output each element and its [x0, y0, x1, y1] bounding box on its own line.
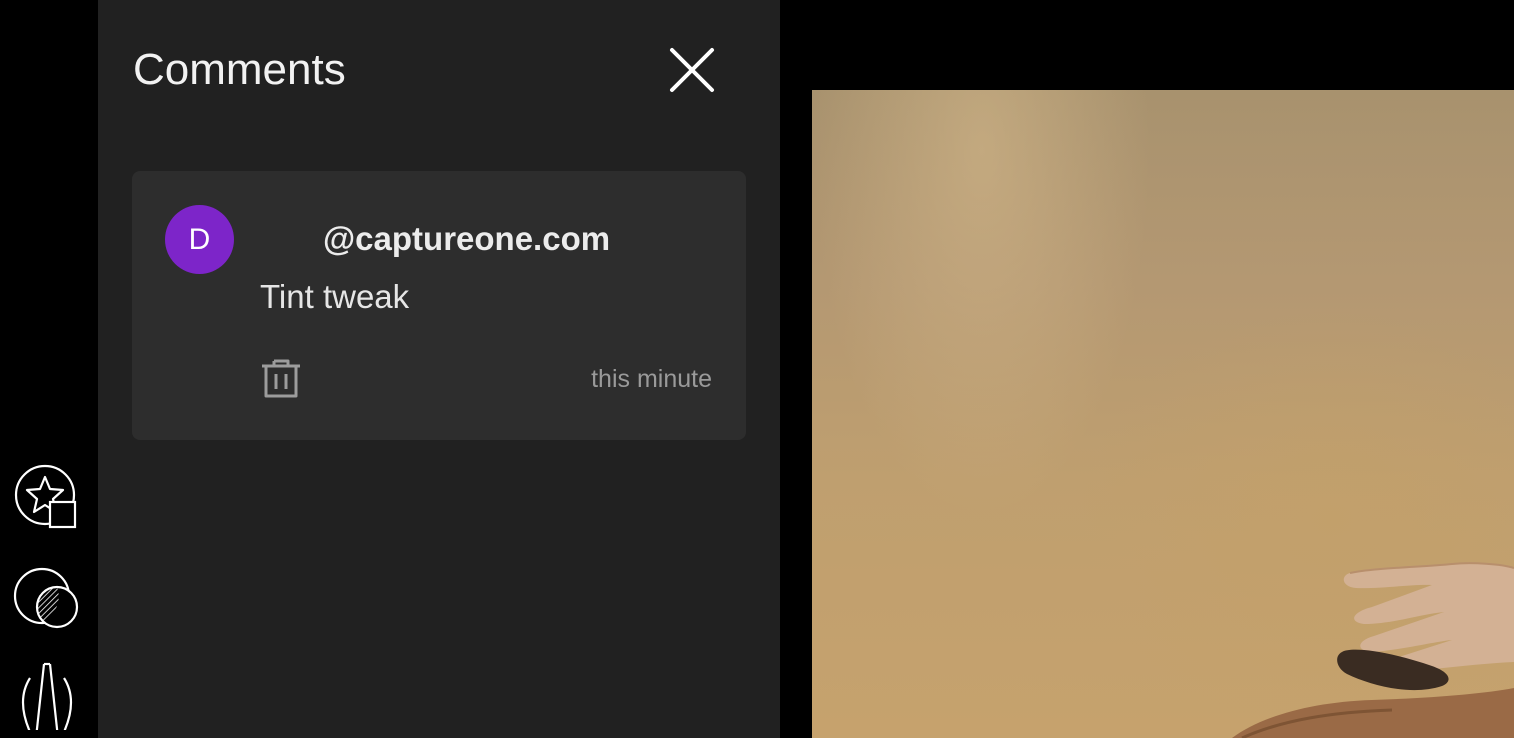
comment-timestamp: this minute: [591, 365, 712, 393]
image-canvas[interactable]: [780, 0, 1514, 738]
app-window: Comments D @captureone.com Tint tweak th…: [0, 0, 1514, 738]
trash-icon: [262, 359, 300, 398]
close-icon: [670, 48, 714, 92]
star-rating-icon[interactable]: [12, 462, 82, 532]
delete-comment-button[interactable]: [257, 354, 305, 402]
comments-panel: Comments D @captureone.com Tint tweak th…: [98, 0, 780, 738]
mask-layer-icon[interactable]: [12, 566, 82, 636]
avatar: D: [165, 205, 234, 274]
photo-preview[interactable]: [812, 90, 1514, 738]
tool-rail: [0, 0, 98, 738]
close-button[interactable]: [664, 42, 720, 98]
comment-author: @captureone.com: [323, 220, 611, 257]
comment-text: Tint tweak: [260, 278, 410, 315]
panel-title: Comments: [133, 45, 346, 94]
comment-card: D @captureone.com Tint tweak this minute: [132, 171, 746, 440]
perspective-icon[interactable]: [12, 660, 82, 730]
